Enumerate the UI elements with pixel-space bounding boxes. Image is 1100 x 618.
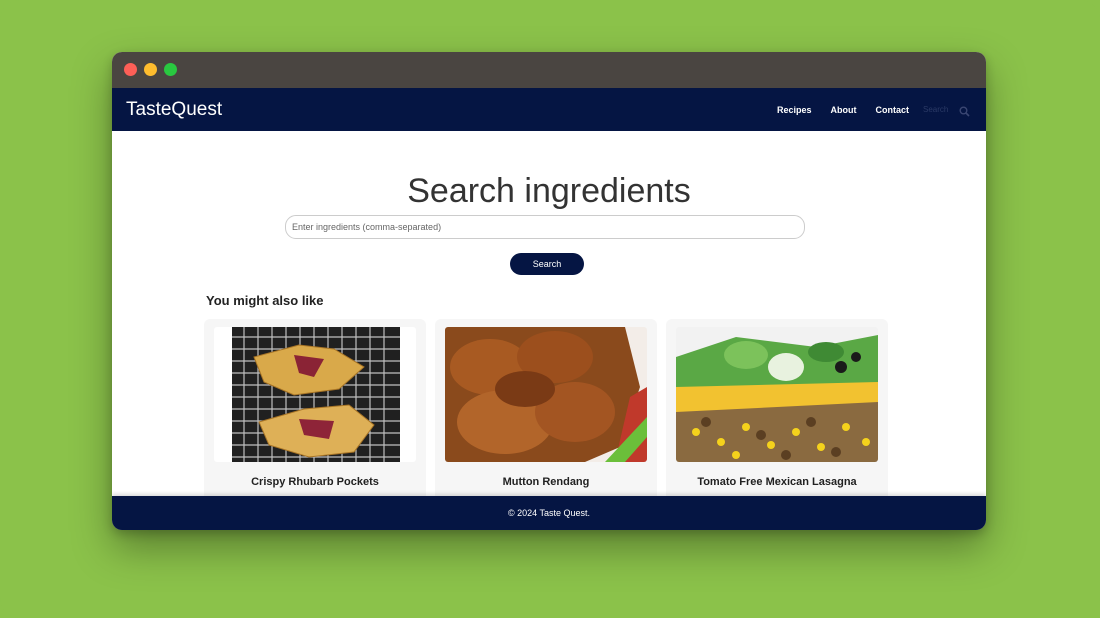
footer: © 2024 Taste Quest. [112,496,986,530]
nav-link-contact[interactable]: Contact [876,105,910,115]
footer-text: © 2024 Taste Quest. [507,508,590,518]
recipe-image[interactable] [676,327,878,462]
recipe-title[interactable]: Mutton Rendang [435,476,657,488]
search-button[interactable]: Search [510,253,584,275]
recipe-image[interactable] [445,327,647,462]
nav-link-recipes[interactable]: Recipes [777,105,812,115]
brand-logo[interactable]: TasteQuest [126,88,222,131]
recipe-card[interactable]: Crispy Rhubarb Pockets [204,319,426,496]
navbar: TasteQuest Recipes About Contact [112,88,986,131]
maximize-window-button[interactable] [164,63,177,76]
nav-links: Recipes About Contact [758,88,970,131]
nav-search-input[interactable] [923,102,953,117]
recipe-title[interactable]: Crispy Rhubarb Pockets [204,476,426,488]
minimize-window-button[interactable] [144,63,157,76]
recipe-image[interactable] [214,327,416,462]
page-title: Search ingredients [407,172,691,210]
window-titlebar [112,52,986,88]
search-icon[interactable] [959,104,970,117]
section-title: You might also like [206,293,324,308]
recipe-title[interactable]: Tomato Free Mexican Lasagna [666,476,888,488]
recipe-cards: Crispy Rhubarb Pockets Mutton Rendang To… [204,319,894,496]
recipe-card[interactable]: Mutton Rendang [435,319,657,496]
nav-link-about[interactable]: About [831,105,857,115]
main-content: Search ingredients Search You might also… [112,131,986,496]
close-window-button[interactable] [124,63,137,76]
recipe-card[interactable]: Tomato Free Mexican Lasagna [666,319,888,496]
ingredients-input[interactable] [285,215,805,239]
browser-window: TasteQuest Recipes About Contact Search … [112,52,986,530]
